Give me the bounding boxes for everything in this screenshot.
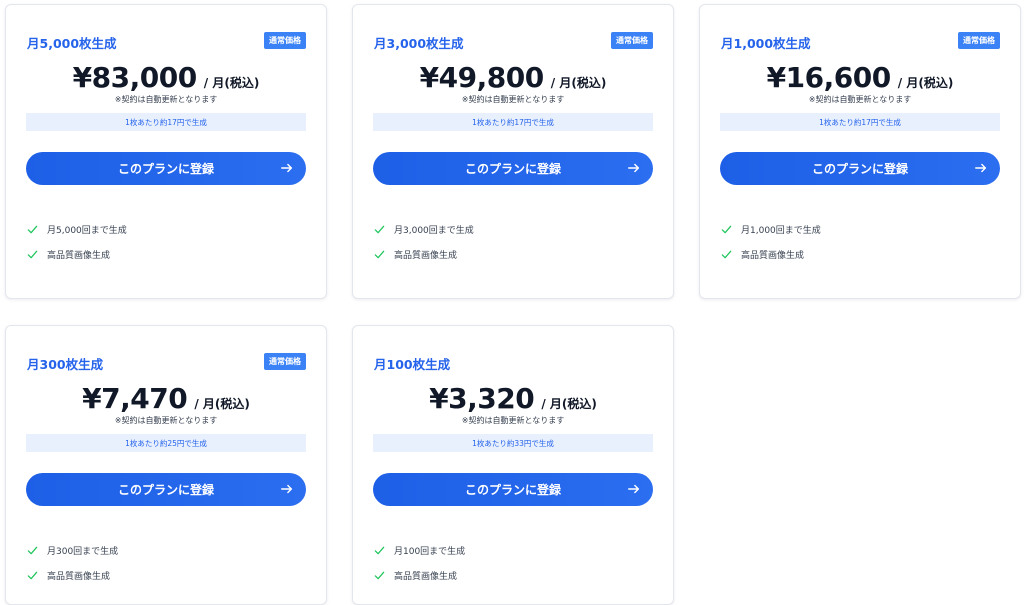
regular-price-badge: 通常価格 (611, 32, 653, 49)
feature-label: 月100回まで生成 (394, 547, 466, 557)
auto-renew-note: ※契約は自動更新となります (114, 95, 218, 104)
price-row: ¥83,000 / 月(税込) (6, 61, 326, 94)
feature-label: 月300回まで生成 (47, 547, 119, 557)
check-icon (374, 546, 385, 555)
price-period: / 月(税込) (541, 397, 597, 411)
subscribe-button-label: このプランに登録 (464, 483, 561, 497)
feature-item: 月300回まで生成 (27, 544, 118, 557)
check-icon (374, 250, 385, 259)
feature-item: 高品質画像生成 (27, 248, 110, 261)
plan-title: 月1,000枚生成 (721, 36, 811, 51)
per-image-rate: 1枚あたり約17円で生成 (373, 113, 653, 131)
plan-card-1000: 月1,000枚生成 通常価格 ¥16,600 / 月(税込) ※契約は自動更新と… (699, 4, 1021, 299)
price-period: / 月(税込) (194, 397, 250, 411)
auto-renew-note: ※契約は自動更新となります (114, 416, 218, 425)
regular-price-badge: 通常価格 (264, 32, 306, 49)
arrow-right-icon (281, 163, 293, 173)
subscribe-button[interactable]: このプランに登録 (373, 152, 653, 185)
plan-price: ¥49,800 (419, 61, 545, 94)
price-period: / 月(税込) (897, 76, 954, 90)
subscribe-button-label: このプランに登録 (117, 483, 214, 497)
regular-price-badge: 通常価格 (264, 353, 306, 370)
arrow-right-icon (628, 484, 640, 494)
check-icon (721, 250, 732, 259)
feature-item: 月100回まで生成 (374, 544, 465, 557)
plan-price: ¥16,600 (766, 61, 892, 94)
check-icon (374, 571, 385, 580)
plan-title: 月5,000枚生成 (27, 36, 117, 51)
per-image-rate: 1枚あたり約25円で生成 (26, 434, 306, 452)
check-icon (27, 250, 38, 259)
per-image-rate: 1枚あたり約33円で生成 (373, 434, 653, 452)
check-icon (27, 571, 38, 580)
feature-item: 月1,000回まで生成 (721, 223, 821, 236)
arrow-right-icon (281, 484, 293, 494)
subscribe-button-label: このプランに登録 (811, 162, 908, 176)
feature-label: 高品質画像生成 (741, 251, 805, 261)
price-row: ¥7,470 / 月(税込) (6, 382, 326, 415)
regular-price-badge: 通常価格 (958, 32, 1000, 49)
subscribe-button[interactable]: このプランに登録 (26, 473, 306, 506)
per-image-rate: 1枚あたり約17円で生成 (26, 113, 306, 131)
plan-price: ¥3,320 (429, 382, 535, 415)
subscribe-button[interactable]: このプランに登録 (720, 152, 1000, 185)
feature-label: 月1,000回まで生成 (741, 226, 821, 236)
plan-title: 月100枚生成 (374, 357, 451, 372)
feature-item: 高品質画像生成 (374, 248, 457, 261)
check-icon (374, 225, 385, 234)
feature-label: 高品質画像生成 (47, 251, 111, 261)
feature-item: 高品質画像生成 (721, 248, 804, 261)
check-icon (721, 225, 732, 234)
plan-title: 月300枚生成 (27, 357, 104, 372)
feature-item: 月3,000回まで生成 (374, 223, 474, 236)
price-period: / 月(税込) (550, 76, 607, 90)
plan-card-5000: 月5,000枚生成 通常価格 ¥83,000 / 月(税込) ※契約は自動更新と… (5, 4, 327, 299)
feature-item: 高品質画像生成 (27, 569, 110, 582)
price-row: ¥3,320 / 月(税込) (353, 382, 673, 415)
subscribe-button-label: このプランに登録 (117, 162, 214, 176)
price-row: ¥16,600 / 月(税込) (700, 61, 1020, 94)
plan-price: ¥7,470 (82, 382, 188, 415)
feature-label: 高品質画像生成 (47, 572, 111, 582)
subscribe-button[interactable]: このプランに登録 (26, 152, 306, 185)
check-icon (27, 225, 38, 234)
feature-label: 月5,000回まで生成 (47, 226, 127, 236)
auto-renew-note: ※契約は自動更新となります (461, 95, 565, 104)
auto-renew-note: ※契約は自動更新となります (461, 416, 565, 425)
plan-price: ¥83,000 (72, 61, 198, 94)
price-row: ¥49,800 / 月(税込) (353, 61, 673, 94)
plan-card-100: 月100枚生成 ¥3,320 / 月(税込) ※契約は自動更新となります 1枚あ… (352, 325, 674, 605)
feature-label: 高品質画像生成 (394, 251, 458, 261)
arrow-right-icon (975, 163, 987, 173)
auto-renew-note: ※契約は自動更新となります (808, 95, 912, 104)
price-period: / 月(税込) (203, 76, 260, 90)
feature-label: 月3,000回まで生成 (394, 226, 474, 236)
feature-label: 高品質画像生成 (394, 572, 458, 582)
arrow-right-icon (628, 163, 640, 173)
plan-card-300: 月300枚生成 通常価格 ¥7,470 / 月(税込) ※契約は自動更新となりま… (5, 325, 327, 605)
plan-card-3000: 月3,000枚生成 通常価格 ¥49,800 / 月(税込) ※契約は自動更新と… (352, 4, 674, 299)
feature-item: 高品質画像生成 (374, 569, 457, 582)
check-icon (27, 546, 38, 555)
subscribe-button-label: このプランに登録 (464, 162, 561, 176)
plan-title: 月3,000枚生成 (374, 36, 464, 51)
feature-item: 月5,000回まで生成 (27, 223, 127, 236)
per-image-rate: 1枚あたり約17円で生成 (720, 113, 1000, 131)
subscribe-button[interactable]: このプランに登録 (373, 473, 653, 506)
